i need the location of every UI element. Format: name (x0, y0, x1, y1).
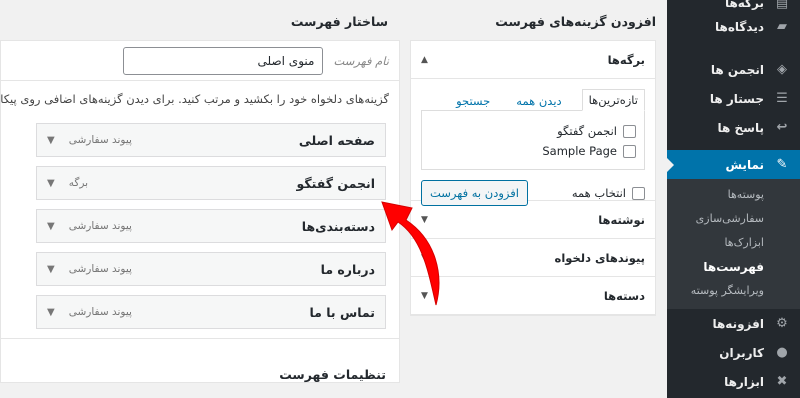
menu-item-title: تماس با ما (309, 304, 375, 320)
accordion-pages[interactable]: برگه‌ها ▲ (411, 41, 655, 79)
select-all-checkbox[interactable] (632, 186, 645, 200)
page-option[interactable]: انجمن گفتگو (430, 121, 636, 141)
page-option-label: انجمن گفتگو (557, 124, 617, 138)
menu-item-type: پیوند سفارشی (68, 134, 132, 146)
topics-icon: ☰ (776, 91, 788, 106)
tab-search[interactable]: جستجو (450, 91, 496, 111)
accordion-custom-links-label: پیوندهای دلخواه (554, 250, 645, 265)
menu-name-input[interactable]: منوی اصلی (123, 46, 324, 75)
sidebar-item-label: افزونه‌ها (712, 316, 764, 331)
checkbox[interactable] (623, 124, 636, 138)
menu-name-row: نام فهرست منوی اصلی (1, 41, 399, 81)
sidebar-item-replies[interactable]: ↩ پاسخ ها (667, 113, 800, 142)
admin-sidebar: ▤ برگه‌ها ▰ دیدگاه‌ها ◈ انجمن ها ☰ جستار… (667, 0, 800, 398)
sidebar-item-tools[interactable]: ✖ ابزارها (667, 367, 800, 396)
appearance-submenu: پوسته‌ها سفارشی‌سازی ابزارک‌ها فهرست‌ها … (667, 179, 800, 309)
menu-name-label: نام فهرست (333, 53, 389, 68)
sidebar-item-label: پاسخ ها (717, 120, 764, 135)
pages-tabs: تازه‌ترین‌ها دیدن همه جستجو (421, 87, 645, 111)
menu-item-title: درباره ما (320, 261, 375, 277)
menu-item[interactable]: صفحه اصلی پیوند سفارشی ▼ (36, 123, 386, 157)
caret-up-icon: ▲ (421, 54, 428, 65)
sidebar-item-label: ابزارها (724, 374, 764, 389)
menu-item-type: پیوند سفارشی (68, 263, 132, 275)
comments-icon: ▰ (777, 19, 787, 34)
sidebar-item-comments[interactable]: ▰ دیدگاه‌ها (667, 12, 800, 41)
submenu-menus[interactable]: فهرست‌ها (667, 255, 800, 279)
menu-item[interactable]: دسته‌بندی‌ها پیوند سفارشی ▼ (36, 209, 386, 243)
submenu-theme-editor[interactable]: ویرایشگر پوسته (667, 279, 800, 303)
tab-most-recent[interactable]: تازه‌ترین‌ها (581, 89, 645, 111)
menu-item-title: صفحه اصلی (298, 132, 375, 148)
page-option[interactable]: Sample Page (430, 141, 636, 161)
add-to-menu-button[interactable]: افزودن به فهرست (421, 180, 528, 206)
caret-down-icon: ▼ (421, 290, 428, 301)
menu-settings-heading: تنظیمات فهرست (1, 338, 399, 382)
menu-item-type: پیوند سفارشی (68, 306, 132, 318)
menu-item-type: برگه (68, 177, 89, 189)
select-all[interactable]: انتخاب همه (572, 183, 645, 203)
sidebar-item-label: کاربران (719, 345, 764, 360)
sidebar-item-label: برگه‌ها (724, 0, 764, 10)
forums-icon: ◈ (777, 62, 787, 77)
plugins-icon: ⚙ (776, 316, 788, 331)
menu-item[interactable]: درباره ما پیوند سفارشی ▼ (36, 252, 386, 286)
expand-caret-icon[interactable]: ▼ (47, 135, 55, 146)
expand-caret-icon[interactable]: ▼ (47, 264, 55, 275)
menu-item-type: پیوند سفارشی (68, 220, 132, 232)
sidebar-item-label: جستار ها (709, 91, 764, 106)
sidebar-item-plugins[interactable]: ⚙ افزونه‌ها (667, 309, 800, 338)
menu-structure-column: ساختار فهرست نام فهرست منوی اصلی گزینه‌ه… (0, 0, 400, 383)
select-all-label: انتخاب همه (571, 186, 626, 200)
accordion-categories-label: دسته‌ها (603, 288, 645, 303)
users-icon: ● (776, 345, 788, 360)
submenu-customize[interactable]: سفارشی‌سازی (667, 207, 800, 231)
tab-view-all[interactable]: دیدن همه (510, 91, 567, 111)
expand-caret-icon[interactable]: ▼ (47, 221, 55, 232)
pages-accordion-footer: انتخاب همه افزودن به فهرست (421, 180, 645, 206)
pages-checklist: انجمن گفتگو Sample Page (421, 110, 645, 170)
add-menu-items-column: افزودن گزینه‌های فهرست برگه‌ها ▲ تازه‌تر… (410, 0, 656, 316)
menu-item-title: انجمن گفتگو (296, 175, 375, 191)
submenu-themes[interactable]: پوسته‌ها (667, 183, 800, 207)
caret-down-icon: ▼ (421, 252, 428, 263)
menu-structure-panel: نام فهرست منوی اصلی گزینه‌های دلخواه خود… (0, 40, 400, 383)
caret-down-icon: ▼ (421, 214, 428, 225)
accordion-custom-links[interactable]: پیوندهای دلخواه ▼ (411, 239, 655, 277)
pages-accordion-body: تازه‌ترین‌ها دیدن همه جستجو انجمن گفتگو … (411, 79, 655, 206)
sidebar-item-label: دیدگاه‌ها (715, 19, 764, 34)
add-items-panel: برگه‌ها ▲ تازه‌ترین‌ها دیدن همه جستجو ان… (410, 40, 656, 316)
tools-icon: ✖ (776, 374, 788, 389)
sidebar-item-forums[interactable]: ◈ انجمن ها (667, 55, 800, 84)
pages-icon: ▤ (775, 0, 789, 11)
expand-caret-icon[interactable]: ▼ (47, 178, 55, 189)
sidebar-item-pages[interactable]: ▤ برگه‌ها (667, 0, 800, 12)
menu-item[interactable]: انجمن گفتگو برگه ▼ (36, 166, 386, 200)
sidebar-item-label: انجمن ها (710, 62, 764, 77)
sidebar-item-topics[interactable]: ☰ جستار ها (667, 84, 800, 113)
menu-item[interactable]: تماس با ما پیوند سفارشی ▼ (36, 295, 386, 329)
menu-hint-text: گزینه‌های دلخواه خود را بکشید و مرتب کنی… (1, 92, 389, 106)
sidebar-item-users[interactable]: ● کاربران (667, 338, 800, 367)
add-menu-items-heading: افزودن گزینه‌های فهرست (495, 14, 656, 29)
sidebar-item-appearance[interactable]: ✎ نمایش (667, 150, 800, 179)
accordion-posts[interactable]: نوشته‌ها ▼ (411, 201, 655, 239)
page-option-label: Sample Page (542, 144, 617, 158)
sidebar-item-label: نمایش (725, 157, 764, 172)
accordion-pages-label: برگه‌ها (607, 52, 645, 67)
accordion-posts-label: نوشته‌ها (598, 212, 645, 227)
replies-icon: ↩ (776, 120, 788, 135)
appearance-icon: ✎ (776, 157, 788, 172)
menu-structure-heading: ساختار فهرست (290, 14, 388, 29)
submenu-widgets[interactable]: ابزارک‌ها (667, 231, 800, 255)
menu-items-list: صفحه اصلی پیوند سفارشی ▼ انجمن گفتگو برگه ▼ دس… (1, 117, 399, 329)
checkbox[interactable] (623, 144, 636, 158)
expand-caret-icon[interactable]: ▼ (47, 307, 55, 318)
accordion-categories[interactable]: دسته‌ها ▼ (411, 277, 655, 315)
menu-item-title: دسته‌بندی‌ها (301, 218, 375, 234)
